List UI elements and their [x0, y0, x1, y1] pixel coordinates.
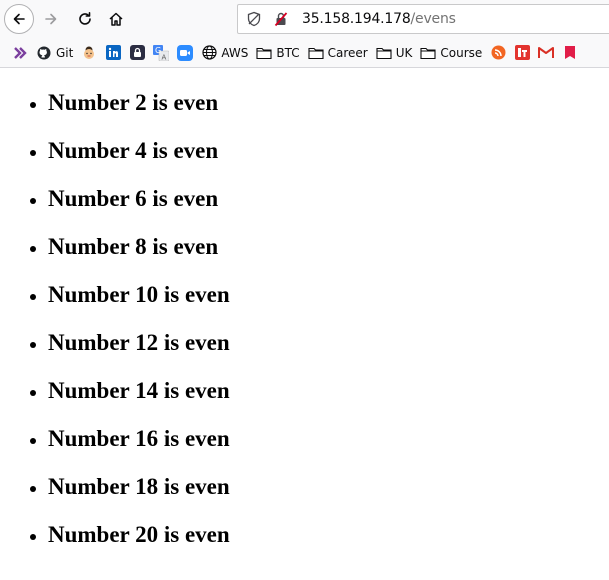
bookmark-lock-app[interactable] [125, 42, 149, 64]
tracking-protection-icon[interactable] [243, 8, 265, 30]
bookmark-folder-uk[interactable]: UK [372, 42, 417, 64]
folder-icon [420, 45, 436, 61]
url-text: 35.158.194.178/evens [302, 11, 456, 27]
back-arrow-icon [13, 13, 25, 25]
bookmark-rss[interactable] [486, 42, 510, 64]
bookmark-git[interactable]: Git [32, 42, 77, 64]
bookmark-gmail[interactable] [534, 42, 558, 64]
list-item: Number 12 is even [48, 329, 609, 356]
linkedin-icon [105, 45, 121, 61]
globe-icon [201, 45, 217, 61]
list-item: Number 18 is even [48, 473, 609, 500]
bookmark-folder-course[interactable]: Course [416, 42, 486, 64]
folder-icon [256, 45, 272, 61]
bookmark-label: Course [440, 45, 483, 60]
app-red-icon [514, 45, 530, 61]
list-item: Number 10 is even [48, 281, 609, 308]
folder-icon [376, 45, 392, 61]
svg-text:A: A [162, 53, 167, 61]
url-host: 35.158.194.178 [302, 11, 411, 27]
bookmark-avatar[interactable] [77, 42, 101, 64]
extension-icon [12, 45, 28, 61]
bookmark-zoom[interactable] [173, 42, 197, 64]
navigation-toolbar: 35.158.194.178/evens [0, 0, 609, 38]
zoom-icon [177, 44, 194, 61]
list-item: Number 16 is even [48, 425, 609, 452]
bookmark-aws[interactable]: AWS [197, 42, 252, 64]
insecure-connection-icon[interactable] [270, 8, 292, 30]
bookmark-app-red[interactable] [510, 42, 534, 64]
rss-icon [490, 45, 506, 61]
list-item: Number 20 is even [48, 521, 609, 548]
list-item: Number 4 is even [48, 137, 609, 164]
home-button[interactable] [104, 8, 128, 30]
list-item: Number 6 is even [48, 185, 609, 212]
folder-icon [308, 45, 324, 61]
bookmarks-toolbar: Git GA AWS BTC Career UK Course [0, 38, 609, 68]
bookmark-translate[interactable]: GA [149, 42, 173, 64]
bookmark-label: Career [327, 45, 368, 60]
translate-icon: GA [153, 44, 170, 61]
forward-arrow-icon [45, 13, 57, 25]
avatar-icon [81, 45, 97, 61]
gmail-icon [538, 45, 555, 61]
page-content: Number 2 is even Number 4 is even Number… [0, 69, 609, 580]
url-path: /evens [410, 11, 456, 27]
bookmark-label: Git [56, 45, 74, 60]
bookmark-label: UK [395, 45, 413, 60]
bookmark-linkedin[interactable] [101, 42, 125, 64]
bookmark-label: AWS [221, 45, 249, 60]
bookmark-label: BTC [276, 45, 300, 60]
bookmark-extension[interactable] [8, 42, 32, 64]
bookmark-red-icon [562, 45, 578, 61]
bookmark-folder-career[interactable]: Career [304, 42, 372, 64]
reload-button[interactable] [74, 8, 96, 30]
github-icon [36, 45, 52, 61]
bookmark-red[interactable] [558, 42, 582, 64]
back-button[interactable] [4, 4, 34, 34]
address-bar[interactable]: 35.158.194.178/evens [237, 4, 609, 34]
home-icon [109, 12, 123, 26]
reload-icon [79, 12, 91, 25]
list-item: Number 2 is even [48, 89, 609, 116]
list-item: Number 8 is even [48, 233, 609, 260]
lock-app-icon [129, 45, 145, 61]
list-item: Number 14 is even [48, 377, 609, 404]
evens-list: Number 2 is even Number 4 is even Number… [0, 89, 609, 548]
forward-button[interactable] [40, 8, 62, 30]
svg-text:G: G [155, 46, 161, 55]
bookmark-folder-btc[interactable]: BTC [252, 42, 303, 64]
